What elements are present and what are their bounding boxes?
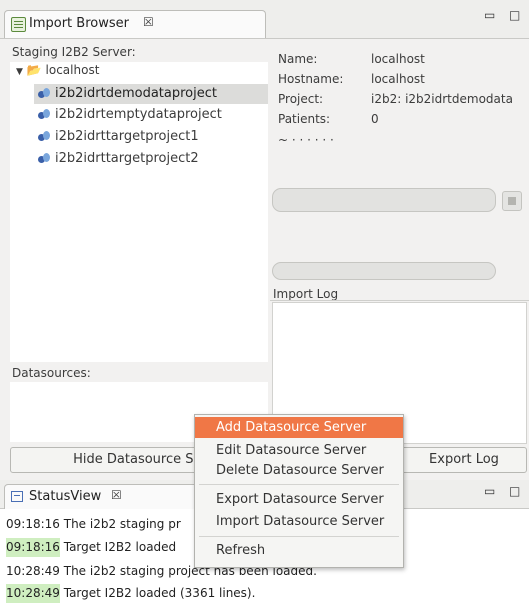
maximize-icon[interactable]: □: [509, 8, 520, 22]
project-label: i2b2idrtemptydataproject: [55, 107, 222, 122]
divider: [270, 300, 529, 301]
tree-project-item[interactable]: i2b2idrttargetproject2: [38, 151, 199, 173]
log-message: Target I2B2 loaded (3361 lines).: [63, 586, 256, 600]
project-label: i2b2idrttargetproject1: [55, 129, 199, 144]
tree-project-item[interactable]: i2b2idrttargetproject1: [38, 129, 199, 151]
export-log-button[interactable]: Export Log: [401, 447, 527, 473]
log-timestamp: 10:28:49: [6, 584, 60, 603]
tab-close-icon[interactable]: ☒: [143, 15, 154, 29]
status-view-icon: [11, 491, 23, 502]
patients-label: Patients:: [278, 112, 331, 126]
minimize-icon[interactable]: ▭: [484, 8, 495, 22]
status-log-line: 09:18:16 The i2b2 staging pr: [6, 515, 181, 534]
context-menu: Add Datasource Server Edit Datasource Se…: [194, 414, 404, 568]
datasources-label: Datasources:: [12, 366, 91, 380]
progress-bar: [272, 188, 496, 212]
import-progress-bar: [272, 262, 496, 280]
minimize-icon[interactable]: ▭: [484, 484, 495, 498]
project-label: Project:: [278, 92, 324, 106]
import-log-label: Import Log: [273, 287, 339, 301]
tab-import-browser[interactable]: Import Browser ☒: [4, 10, 266, 38]
log-timestamp: 09:18:16: [6, 517, 60, 531]
menu-item-add-datasource[interactable]: Add Datasource Server: [195, 417, 403, 438]
folder-icon: 📂: [26, 63, 42, 77]
project-icon: [38, 152, 51, 165]
menu-item-edit-datasource[interactable]: Edit Datasource Server: [195, 440, 403, 461]
menu-item-refresh[interactable]: Refresh: [195, 540, 403, 561]
maximize-icon[interactable]: □: [509, 484, 520, 498]
project-label: i2b2idrtdemodataproject: [55, 86, 217, 101]
project-icon: [38, 130, 51, 143]
stop-button[interactable]: [502, 191, 522, 211]
import-browser-icon: [11, 17, 26, 32]
expand-arrow-icon[interactable]: ▼: [16, 67, 23, 77]
menu-separator: [199, 484, 399, 485]
tab-close-icon[interactable]: ☒: [111, 488, 122, 502]
name-label: Name:: [278, 52, 318, 66]
log-message: Target I2B2 loaded: [63, 540, 177, 554]
status-log-line: 09:18:16 Target I2B2 loaded: [6, 538, 176, 557]
name-value: localhost: [371, 52, 425, 66]
log-timestamp: 09:18:16: [6, 538, 60, 557]
project-label: i2b2idrttargetproject2: [55, 151, 199, 166]
log-message: The i2b2 staging pr: [63, 517, 181, 531]
menu-item-import-datasource[interactable]: Import Datasource Server: [195, 511, 403, 532]
menu-separator: [199, 536, 399, 537]
hostname-label: Hostname:: [278, 72, 344, 86]
log-timestamp: 10:28:49: [6, 564, 60, 578]
status-log-line: 10:28:49 Target I2B2 loaded (3361 lines)…: [6, 584, 255, 603]
tree-node-localhost[interactable]: ▼ 📂 localhost: [16, 63, 99, 85]
menu-item-delete-datasource[interactable]: Delete Datasource Server: [195, 460, 403, 481]
project-icon: [38, 87, 51, 100]
server-node-label: localhost: [45, 63, 100, 77]
menu-item-export-datasource[interactable]: Export Datasource Server: [195, 489, 403, 510]
staging-server-label: Staging I2B2 Server:: [12, 45, 136, 59]
project-value: i2b2: i2b2idrtdemodata: [371, 92, 513, 106]
stop-icon: [508, 197, 516, 205]
hostname-value: localhost: [371, 72, 425, 86]
details-overflow: ~ · · · · · ·: [278, 133, 334, 144]
tab-import-browser-label: Import Browser: [29, 16, 129, 31]
tree-project-item[interactable]: i2b2idrtdemodataproject: [34, 84, 268, 104]
patients-value: 0: [371, 112, 379, 126]
project-icon: [38, 108, 51, 121]
tree-project-item[interactable]: i2b2idrtemptydataproject: [38, 107, 222, 129]
tab-status-view-label: StatusView: [29, 489, 102, 504]
